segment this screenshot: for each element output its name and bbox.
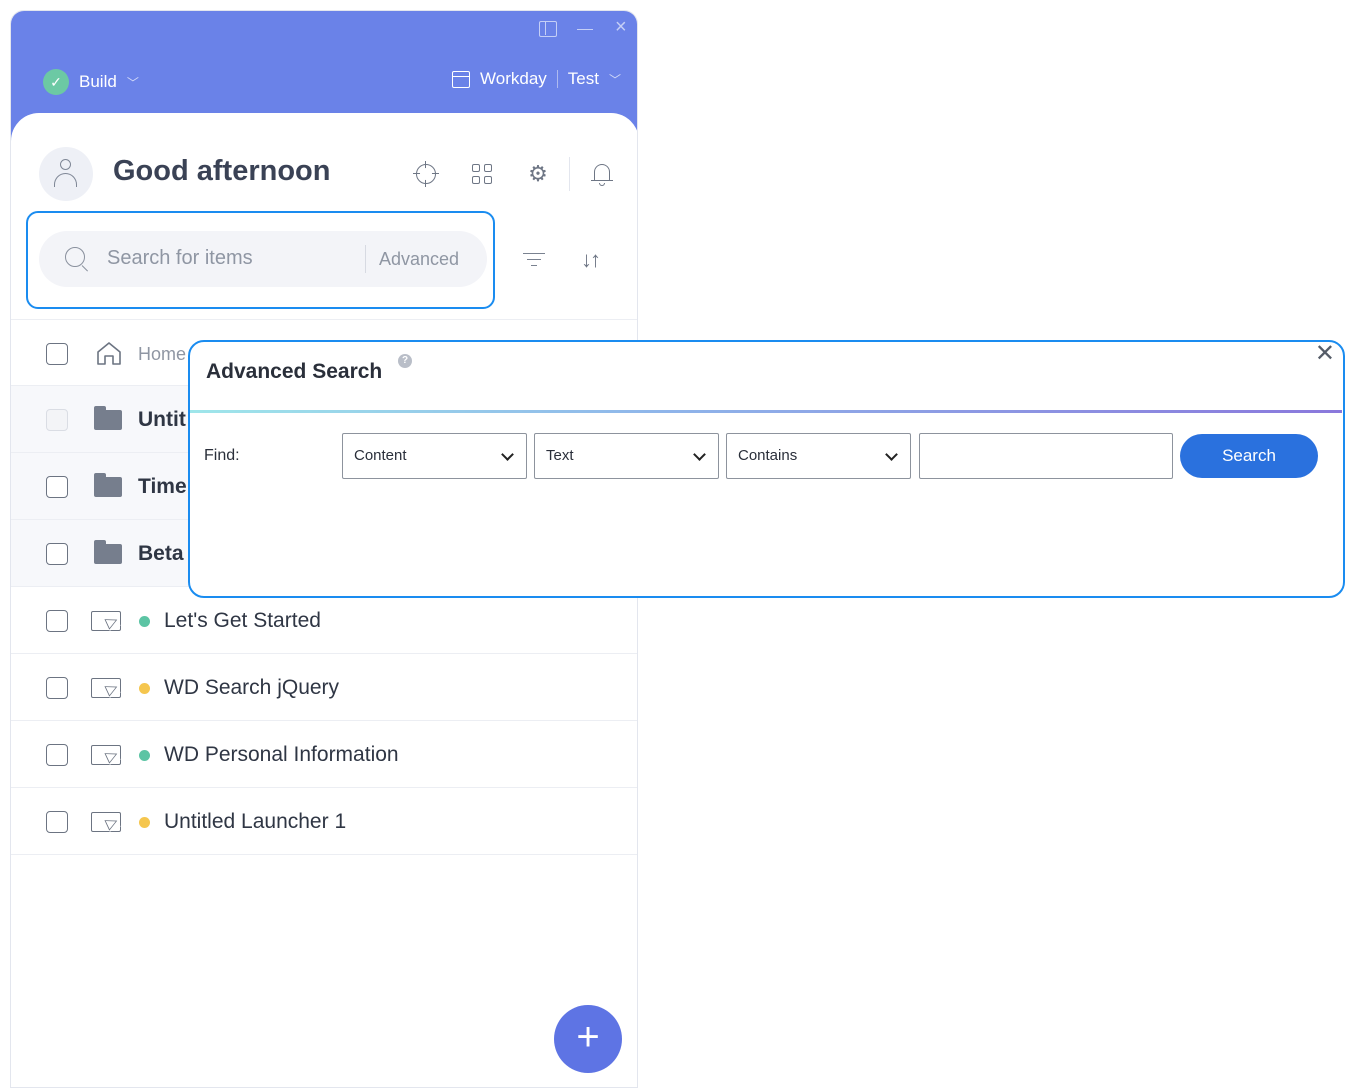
greeting-title: Good afternoon xyxy=(113,155,331,187)
status-dot xyxy=(139,683,150,694)
close-window-icon[interactable]: × xyxy=(615,17,627,37)
find-label: Find: xyxy=(204,447,240,464)
chevron-down-icon xyxy=(885,448,898,461)
grid-cell xyxy=(472,176,480,184)
field-select-value: Content xyxy=(354,447,407,464)
help-icon[interactable]: ? xyxy=(398,354,412,368)
gear-icon[interactable]: ⚙ xyxy=(525,161,551,187)
environment-sub-label: Test xyxy=(567,69,599,88)
list-item[interactable]: WD Search jQuery xyxy=(11,654,637,721)
launcher-label: Let's Get Started xyxy=(164,609,321,632)
environment-label: Workday xyxy=(480,69,547,88)
divider xyxy=(556,70,558,88)
checkbox[interactable] xyxy=(46,811,68,833)
field-select[interactable]: Content xyxy=(342,433,527,479)
checkbox[interactable] xyxy=(46,744,68,766)
grid-cell xyxy=(472,164,480,172)
chevron-down-icon: ﹀ xyxy=(126,75,139,90)
mode-selector[interactable]: ✓ Build ﹀ xyxy=(43,69,139,95)
folder-icon xyxy=(94,540,122,564)
launcher-label: WD Personal Information xyxy=(164,743,399,766)
list-item[interactable]: WD Personal Information xyxy=(11,721,637,788)
chevron-down-icon xyxy=(501,448,514,461)
launcher-label: WD Search jQuery xyxy=(164,676,340,699)
chevron-down-icon: ﹀ xyxy=(608,72,621,87)
check-circle-icon: ✓ xyxy=(43,69,69,95)
avatar[interactable] xyxy=(39,147,93,201)
crosshair-icon[interactable] xyxy=(413,161,439,187)
filter-line xyxy=(523,253,545,254)
checkbox[interactable] xyxy=(46,476,68,498)
list-item[interactable]: Untitled Launcher 1 xyxy=(11,788,637,855)
checkbox[interactable] xyxy=(46,343,68,365)
advanced-search-dialog: Advanced Search ? ✕ Find: Content Text C… xyxy=(188,340,1345,598)
launcher-icon xyxy=(91,745,121,765)
plus-icon: + xyxy=(576,1015,600,1059)
greeting-row: Good afternoon ⚙ xyxy=(39,147,619,201)
environment-selector[interactable]: Workday Test ﹀ xyxy=(452,69,621,89)
folder-label: Time xyxy=(138,475,187,498)
launcher-icon xyxy=(91,812,121,832)
filter-line xyxy=(527,259,541,260)
folder-label: Untit xyxy=(138,408,186,431)
crosshair-ring xyxy=(416,164,436,184)
system-icon xyxy=(452,70,471,88)
dock-icon[interactable] xyxy=(539,21,557,37)
sort-icon[interactable]: ↓↑ xyxy=(581,247,601,273)
breadcrumb-home[interactable]: Home xyxy=(138,344,186,365)
mode-label: Build xyxy=(79,72,117,91)
divider xyxy=(569,157,570,191)
add-button[interactable]: + xyxy=(554,1005,622,1073)
checkbox[interactable] xyxy=(46,677,68,699)
bell-base xyxy=(591,180,613,181)
type-select[interactable]: Text xyxy=(534,433,719,479)
filter-icon[interactable] xyxy=(523,251,545,269)
search-button[interactable]: Search xyxy=(1180,434,1318,478)
grid-cell xyxy=(484,164,492,172)
close-icon[interactable]: ✕ xyxy=(1315,342,1335,366)
checkbox[interactable] xyxy=(46,610,68,632)
launcher-icon xyxy=(91,611,121,631)
bell-body xyxy=(594,164,610,181)
checkbox[interactable] xyxy=(46,409,68,431)
operator-select-value: Contains xyxy=(738,447,798,464)
content-area: Good afternoon ⚙ Search for items Advanc… xyxy=(11,113,637,1087)
user-icon xyxy=(60,159,71,170)
minimize-icon[interactable] xyxy=(577,29,593,30)
divider xyxy=(190,410,1342,413)
chevron-down-icon xyxy=(693,448,706,461)
search-value-input[interactable] xyxy=(919,433,1173,479)
bell-clapper xyxy=(599,183,605,186)
home-icon xyxy=(97,342,121,365)
filter-line xyxy=(531,265,537,266)
search-highlight-box xyxy=(26,211,495,309)
grid-icon[interactable] xyxy=(469,161,495,187)
type-select-value: Text xyxy=(546,447,574,464)
status-dot xyxy=(139,750,150,761)
launcher-icon xyxy=(91,678,121,698)
status-dot xyxy=(139,817,150,828)
dialog-title: Advanced Search xyxy=(206,360,383,383)
status-dot xyxy=(139,616,150,627)
bell-icon[interactable] xyxy=(589,161,615,187)
operator-select[interactable]: Contains xyxy=(726,433,911,479)
folder-label: Beta xyxy=(138,542,184,565)
folder-icon xyxy=(94,406,122,430)
launcher-label: Untitled Launcher 1 xyxy=(164,810,347,833)
checkbox[interactable] xyxy=(46,543,68,565)
grid-cell xyxy=(484,176,492,184)
folder-icon xyxy=(94,473,122,497)
user-icon-body xyxy=(54,173,77,187)
